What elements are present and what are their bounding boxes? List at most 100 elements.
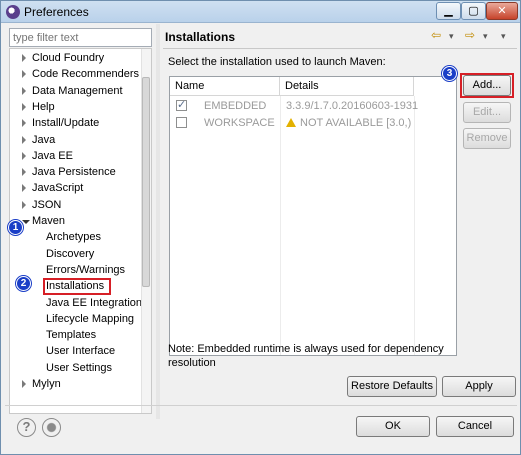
tree-item-label: Java EE Integration	[46, 296, 143, 309]
tree-item[interactable]: Java Persistence	[10, 165, 150, 181]
tree-item[interactable]: Maven	[10, 214, 150, 230]
tree-item[interactable]: Installations	[10, 278, 150, 296]
collapsed-arrow-icon[interactable]	[22, 102, 26, 111]
forward-arrow-icon[interactable]: ⇨	[465, 28, 475, 42]
forward-menu-chevron-icon[interactable]: ▾	[483, 31, 488, 42]
note-text: Note: Embedded runtime is always used fo…	[168, 343, 444, 369]
collapsed-arrow-icon[interactable]	[22, 168, 26, 177]
tree-item-label: Discovery	[46, 247, 95, 260]
tree-item[interactable]: Mylyn	[10, 377, 150, 393]
back-menu-chevron-icon[interactable]: ▾	[449, 31, 454, 42]
tree-scrollbar-thumb[interactable]	[142, 77, 150, 287]
tree-item-label: Code Recommenders	[32, 68, 139, 81]
tree-item[interactable]: JavaScript	[10, 181, 150, 197]
tree-item-label: JavaScript	[32, 182, 84, 195]
tree-item-label: Mylyn	[32, 378, 61, 390]
tree-item[interactable]: User Interface	[10, 344, 150, 360]
column-header-name[interactable]: Name	[170, 77, 280, 96]
pane-splitter[interactable]	[156, 24, 160, 419]
annotation-badge-2: 2	[16, 276, 31, 291]
remove-button[interactable]: Remove	[463, 128, 511, 149]
installation-checkbox[interactable]	[176, 117, 187, 128]
highlight-box-add	[460, 73, 514, 98]
installations-table[interactable]: Name Details EMBEDDED 3.3.9/1.7.0.201606…	[169, 76, 457, 356]
tree-item[interactable]: Data Management	[10, 84, 150, 100]
collapsed-arrow-icon[interactable]	[22, 70, 26, 79]
installation-details: 3.3.9/1.7.0.20160603-1931	[286, 100, 419, 112]
preference-tree[interactable]: Mylyn User Settings User Interface Template…	[9, 48, 152, 414]
restore-defaults-button[interactable]: Restore Defaults	[347, 376, 437, 397]
collapsed-arrow-icon[interactable]	[22, 151, 26, 160]
tree-item[interactable]: Cloud Foundry	[10, 51, 150, 67]
maximize-button[interactable]: ▢	[461, 2, 486, 20]
installation-details: NOT AVAILABLE [3.0,)	[300, 117, 412, 129]
header-separator	[163, 48, 517, 49]
tree-item[interactable]: Java EE Integration	[10, 296, 150, 312]
tree-scrollbar[interactable]	[141, 49, 151, 413]
instruction-text: Select the installation used to launch M…	[168, 56, 386, 68]
window-title: Preferences	[24, 5, 89, 19]
tree-item[interactable]: Archetypes	[10, 230, 150, 246]
footer-separator	[5, 405, 517, 406]
tree-item-label: Maven	[32, 215, 66, 227]
apply-button[interactable]: Apply	[442, 376, 516, 397]
tree-item-label: Java Persistence	[32, 166, 116, 179]
collapsed-arrow-icon[interactable]	[22, 86, 26, 95]
column-divider	[280, 96, 281, 355]
close-button[interactable]: ✕	[486, 2, 518, 20]
table-row[interactable]: EMBEDDED 3.3.9/1.7.0.20160603-1931	[170, 98, 456, 115]
eclipse-icon	[6, 5, 20, 19]
collapsed-arrow-icon[interactable]	[22, 200, 26, 209]
installation-name: WORKSPACE	[204, 117, 275, 129]
tree-item-label: JSON	[32, 198, 62, 211]
collapsed-arrow-icon[interactable]	[22, 135, 26, 144]
table-row[interactable]: WORKSPACE NOT AVAILABLE [3.0,)	[170, 115, 456, 132]
tree-item[interactable]: Java EE	[10, 149, 150, 165]
tree-item[interactable]: User Settings	[10, 361, 150, 377]
highlight-box-installations	[43, 278, 111, 296]
filter-input[interactable]	[9, 28, 152, 47]
tree-item[interactable]: Install/Update	[10, 116, 150, 132]
preferences-window: Preferences ▁ ▢ ✕ Mylyn User Settings User…	[0, 0, 521, 455]
tree-item-label: Install/Update	[32, 117, 100, 130]
import-export-icon[interactable]	[42, 418, 61, 437]
tree-item[interactable]: JSON	[10, 198, 150, 214]
back-arrow-icon[interactable]: ⇦	[431, 28, 441, 42]
minimize-button[interactable]: ▁	[436, 2, 461, 20]
title-bar[interactable]: Preferences ▁ ▢ ✕	[1, 1, 520, 23]
warning-icon	[286, 118, 296, 127]
column-header-details[interactable]: Details	[280, 77, 414, 96]
help-icon[interactable]: ?	[17, 418, 36, 437]
annotation-badge-3: 3	[442, 66, 457, 81]
edit-button[interactable]: Edit...	[463, 102, 511, 123]
tree-item[interactable]: Discovery	[10, 247, 150, 263]
tree-item-label: Archetypes	[46, 231, 102, 244]
tree-item-label: Help	[32, 100, 55, 113]
tree-item[interactable]: Code Recommenders	[10, 67, 150, 83]
tree-item-label: Data Management	[32, 84, 123, 97]
tree-item-label: Java	[32, 133, 56, 146]
tree-item-label: User Interface	[46, 345, 116, 358]
page-title: Installations	[165, 30, 236, 44]
tree-item-label: User Settings	[46, 361, 113, 374]
tree-item[interactable]: Help	[10, 100, 150, 116]
collapsed-arrow-icon[interactable]	[22, 54, 26, 62]
tree-item-label: Cloud Foundry	[32, 52, 105, 64]
cancel-button[interactable]: Cancel	[436, 416, 514, 437]
view-menu-icon[interactable]: ▾	[501, 31, 506, 42]
installation-name: EMBEDDED	[204, 100, 267, 112]
tree-item[interactable]: Templates	[10, 328, 150, 344]
dialog-content: Mylyn User Settings User Interface Template…	[5, 24, 517, 454]
collapsed-arrow-icon[interactable]	[22, 119, 26, 128]
collapsed-arrow-icon[interactable]	[22, 184, 26, 193]
tree-item[interactable]: Lifecycle Mapping	[10, 312, 150, 328]
installation-checkbox[interactable]	[176, 98, 187, 111]
tree-item-label: Templates	[46, 329, 97, 342]
ok-button[interactable]: OK	[356, 416, 430, 437]
tree-item[interactable]: Errors/Warnings	[10, 263, 150, 279]
collapsed-arrow-icon[interactable]	[22, 380, 26, 388]
expanded-arrow-icon[interactable]	[22, 220, 30, 224]
column-divider	[414, 96, 415, 355]
tree-item-label: Lifecycle Mapping	[46, 312, 135, 325]
tree-item[interactable]: Java	[10, 133, 150, 149]
